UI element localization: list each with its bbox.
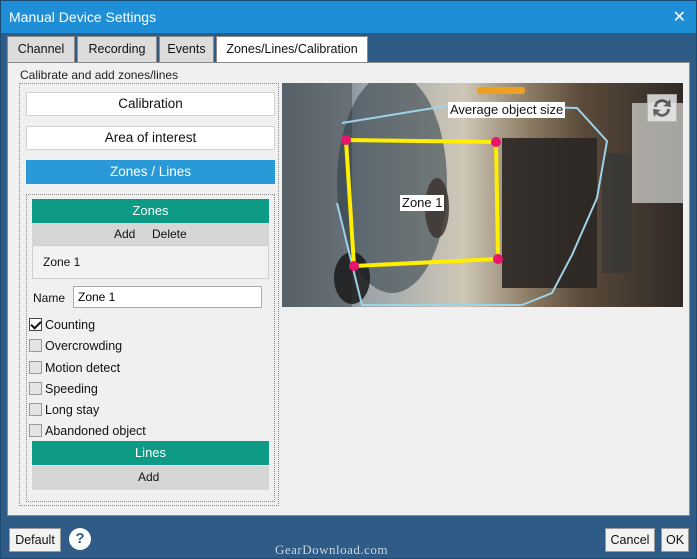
rotate-arrows-icon[interactable] [647, 94, 677, 122]
tab-recording[interactable]: Recording [77, 36, 157, 62]
add-zone-button[interactable]: Add [114, 227, 135, 241]
tab-zones-lines-calibration[interactable]: Zones/Lines/Calibration [216, 36, 368, 63]
help-icon[interactable]: ? [69, 528, 91, 550]
zones-lines-panel: Zones Add Delete Zone 1 Name Counting [26, 194, 275, 502]
add-line-button[interactable]: Add [138, 470, 159, 484]
motion-detect-checkbox[interactable] [29, 361, 42, 374]
long-stay-checkbox[interactable] [29, 403, 42, 416]
tab-content: Calibrate and add zones/lines Calibratio… [7, 62, 690, 516]
zone-label: Zone 1 [400, 195, 445, 211]
group-label: Calibrate and add zones/lines [20, 68, 179, 82]
abandoned-object-label: Abandoned object [45, 424, 146, 438]
title-bar: Manual Device Settings ✕ [1, 1, 696, 33]
settings-panel: Calibration Area of interest Zones / Lin… [19, 83, 279, 506]
manual-device-settings-window: Manual Device Settings ✕ Channel Recordi… [0, 0, 697, 559]
list-item[interactable]: Zone 1 [33, 246, 268, 278]
tab-events[interactable]: Events [159, 36, 214, 62]
delete-zone-button[interactable]: Delete [152, 227, 187, 241]
calibration-button[interactable]: Calibration [26, 92, 275, 116]
camera-preview[interactable]: Average object size Zone 1 [282, 83, 683, 307]
zone-list: Zone 1 [32, 245, 269, 279]
bottom-bar: Default ? GearDownload.com Cancel OK [1, 518, 696, 558]
watermark: GearDownload.com [275, 542, 389, 557]
zone-vertex[interactable] [341, 135, 351, 145]
window-title: Manual Device Settings [9, 9, 157, 25]
zones-header: Zones [32, 199, 269, 223]
zones-lines-button[interactable]: Zones / Lines [26, 160, 275, 184]
counting-checkbox[interactable] [29, 318, 42, 331]
overcrowding-label: Overcrowding [45, 339, 123, 353]
speeding-label: Speeding [45, 382, 98, 396]
zone-vertex[interactable] [349, 261, 359, 271]
abandoned-object-checkbox[interactable] [29, 424, 42, 437]
name-row: Name [33, 286, 269, 308]
counting-label: Counting [45, 318, 96, 332]
motion-detect-label: Motion detect [45, 361, 121, 375]
area-of-interest-button[interactable]: Area of interest [26, 126, 275, 150]
lines-header: Lines [32, 441, 269, 465]
tab-channel[interactable]: Channel [7, 36, 75, 62]
object-size-bar [477, 87, 525, 94]
ok-button[interactable]: OK [661, 528, 689, 552]
door [602, 153, 632, 273]
zone-vertex[interactable] [491, 137, 501, 147]
pillar [502, 138, 597, 288]
zone-vertex[interactable] [493, 254, 503, 264]
default-button[interactable]: Default [9, 528, 61, 552]
close-icon[interactable]: ✕ [673, 7, 686, 27]
name-label: Name [33, 291, 66, 305]
lines-toolbar: Add [32, 466, 269, 490]
long-stay-label: Long stay [45, 403, 100, 417]
zones-toolbar: Add Delete [32, 223, 269, 245]
overcrowding-checkbox[interactable] [29, 339, 42, 352]
speeding-checkbox[interactable] [29, 382, 42, 395]
average-object-size-label: Average object size [448, 102, 566, 118]
cancel-button[interactable]: Cancel [605, 528, 655, 552]
zone-name-input[interactable] [73, 286, 262, 308]
